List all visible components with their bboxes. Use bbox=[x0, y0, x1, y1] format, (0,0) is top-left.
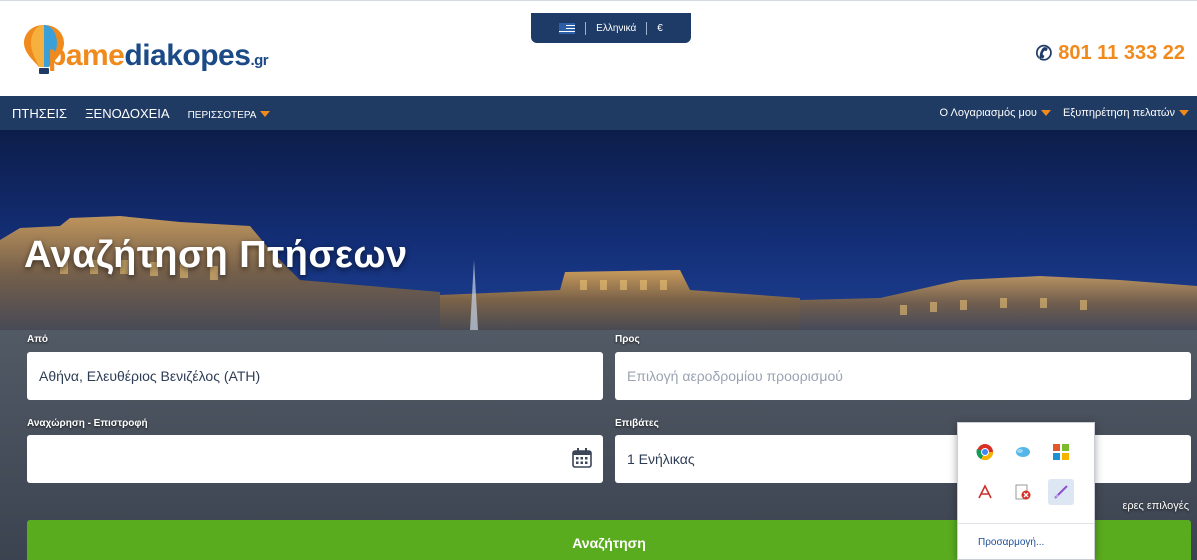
nav-account[interactable]: Ο Λογαριασμός μου bbox=[939, 107, 1051, 119]
office-icon[interactable] bbox=[1048, 439, 1074, 465]
page-title: Αναζήτηση Πτήσεων bbox=[24, 234, 408, 276]
site-logo[interactable]: pamediakopes.gr bbox=[22, 23, 269, 75]
site-header: pamediakopes.gr Ελληνικά € ✆ 801 11 333 … bbox=[0, 0, 1197, 96]
passengers-label: Επιβάτες bbox=[615, 418, 659, 429]
passengers-select[interactable]: 1 Ενήλικας bbox=[615, 435, 1191, 483]
pen-tool-icon[interactable] bbox=[1048, 479, 1074, 505]
dates-input[interactable] bbox=[27, 435, 603, 483]
to-label: Προς bbox=[615, 334, 640, 345]
logo-text-diakopes: diakopes bbox=[124, 39, 251, 72]
from-label: Από bbox=[27, 334, 48, 345]
logo-text-suffix: .gr bbox=[250, 52, 269, 69]
phone-number[interactable]: ✆ 801 11 333 22 bbox=[1035, 41, 1185, 66]
nav-item-more[interactable]: ΠΕΡΙΣΣΟΤΕΡΑ bbox=[188, 106, 271, 121]
chrome-icon[interactable] bbox=[972, 439, 998, 465]
greek-flag-icon bbox=[559, 22, 576, 34]
acrobat-icon[interactable] bbox=[972, 479, 998, 505]
chevron-down-icon bbox=[260, 111, 271, 118]
calendar-icon[interactable] bbox=[571, 447, 593, 469]
from-airport-input[interactable]: Αθήνα, Ελευθέριος Βενιζέλος (ATH) bbox=[27, 352, 603, 400]
more-options-link[interactable]: ερες επιλογές bbox=[1122, 500, 1189, 512]
skype-icon[interactable] bbox=[1010, 439, 1036, 465]
customize-link[interactable]: Προσαρμογή... bbox=[978, 537, 1044, 548]
nav-item-hotels[interactable]: ΞΕΝΟΔΟΧΕΙΑ bbox=[85, 106, 170, 121]
phone-number-text: 801 11 333 22 bbox=[1058, 42, 1185, 64]
language-label: Ελληνικά bbox=[596, 22, 637, 34]
nav-support[interactable]: Εξυπηρέτηση πελατών bbox=[1063, 107, 1189, 119]
to-airport-input[interactable]: Επιλογή αεροδρομίου προορισμού bbox=[615, 352, 1191, 400]
logo-text-pame: pame bbox=[48, 39, 125, 72]
currency-label: € bbox=[657, 22, 663, 34]
chevron-down-icon bbox=[1040, 110, 1051, 117]
phone-icon: ✆ bbox=[1035, 43, 1053, 65]
language-currency-switch[interactable]: Ελληνικά € bbox=[531, 13, 691, 43]
nav-item-flights[interactable]: ΠΤΗΣΕΙΣ bbox=[12, 106, 67, 121]
system-tray-popup: Προσαρμογή... bbox=[957, 422, 1095, 560]
main-nav: ΠΤΗΣΕΙΣ ΞΕΝΟΔΟΧΕΙΑ ΠΕΡΙΣΣΟΤΕΡΑ Ο Λογαρια… bbox=[0, 96, 1197, 130]
pdf-icon[interactable] bbox=[1010, 479, 1036, 505]
chevron-down-icon bbox=[1179, 110, 1189, 117]
dates-label: Αναχώρηση - Επιστροφή bbox=[27, 418, 148, 429]
